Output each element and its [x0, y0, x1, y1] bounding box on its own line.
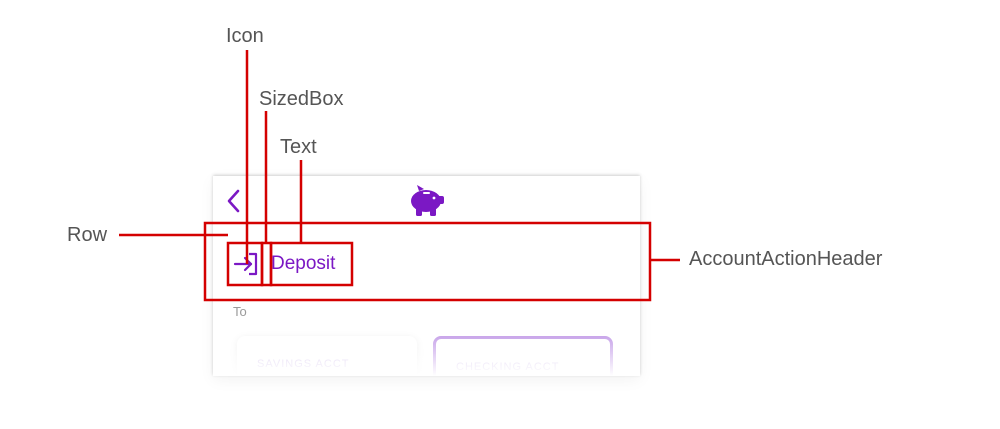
checking-account-label: CHECKING ACCT — [456, 361, 560, 373]
phone-screen: Deposit To SAVINGS ACCT CHECKING ACCT — [213, 176, 640, 376]
login-arrow-icon — [233, 252, 258, 276]
sizedbox-annotation-label: SizedBox — [259, 88, 344, 110]
account-action-header-annotation-label: AccountActionHeader — [689, 248, 883, 270]
savings-account-card[interactable]: SAVINGS ACCT — [237, 336, 417, 376]
savings-account-label: SAVINGS ACCT — [257, 358, 350, 370]
deposit-title: Deposit — [271, 253, 336, 274]
to-label: To — [233, 304, 247, 319]
icon-annotation-label: Icon — [226, 25, 264, 47]
piggy-bank-icon — [411, 185, 444, 216]
text-annotation-label: Text — [280, 136, 317, 158]
checking-account-card[interactable]: CHECKING ACCT — [433, 336, 613, 376]
chevron-left-icon[interactable] — [225, 188, 243, 214]
row-annotation-label: Row — [67, 224, 108, 246]
